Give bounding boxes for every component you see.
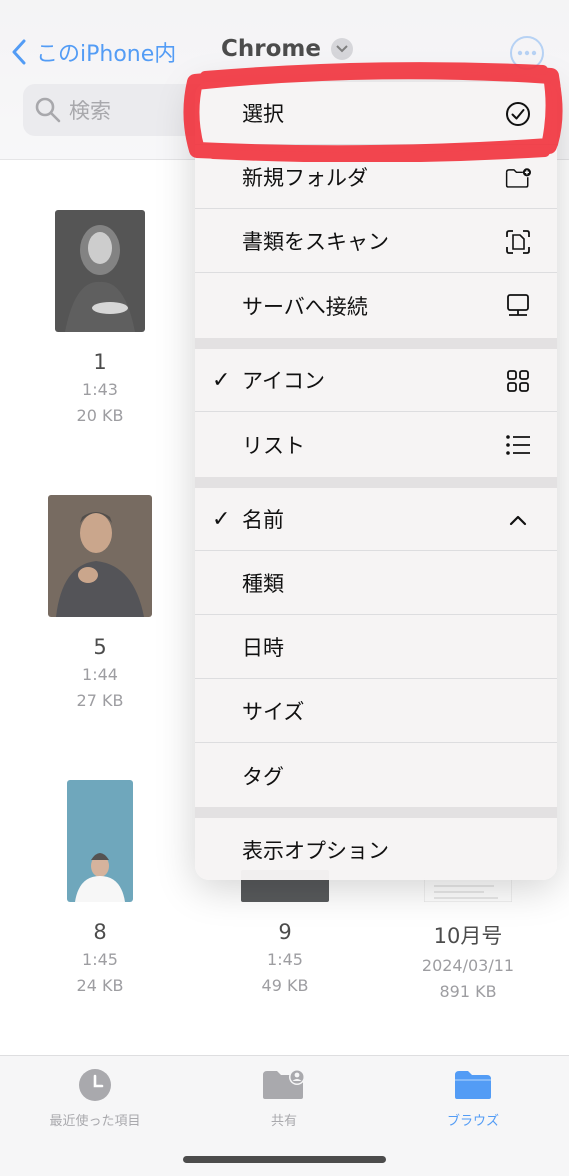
menu-item-label: タグ bbox=[242, 764, 284, 789]
menu-item-label: 種類 bbox=[242, 572, 284, 596]
checkmark: ✓ bbox=[212, 367, 231, 393]
list-icon bbox=[505, 432, 531, 458]
grid-icon bbox=[505, 368, 531, 394]
menu-item-label: サイズ bbox=[242, 700, 305, 724]
document-scan-icon bbox=[505, 229, 531, 255]
menu-item-label: サーバへ接続 bbox=[242, 294, 368, 319]
checkmark: ✓ bbox=[212, 506, 231, 532]
new-folder-icon bbox=[505, 165, 531, 191]
chevron-up-icon bbox=[505, 507, 531, 533]
menu-item-label: アイコン bbox=[242, 369, 325, 393]
menu-item-label: 名前 bbox=[242, 508, 284, 532]
menu-separator bbox=[195, 807, 557, 818]
menu-item-sort-date[interactable]: 日時 bbox=[195, 616, 557, 679]
menu-item-label: 書類をスキャン bbox=[242, 230, 389, 254]
menu-item-sort-tag[interactable]: タグ bbox=[195, 744, 557, 807]
menu-separator bbox=[195, 338, 557, 349]
menu-item-sort-name[interactable]: ✓ 名前 bbox=[195, 488, 557, 551]
menu-item-label: 新規フォルダ bbox=[242, 166, 368, 190]
menu-item-view-options[interactable]: 表示オプション bbox=[195, 818, 557, 880]
menu-separator bbox=[195, 477, 557, 488]
context-menu: 選択 新規フォルダ 書類をスキャン サーバへ接続 ✓ アイコン リスト ✓ 名前… bbox=[195, 82, 557, 880]
menu-item-label: 日時 bbox=[242, 636, 284, 660]
menu-item-connect-server[interactable]: サーバへ接続 bbox=[195, 274, 557, 337]
red-annotation-scribble bbox=[183, 62, 563, 162]
menu-item-sort-kind[interactable]: 種類 bbox=[195, 552, 557, 615]
menu-item-sort-size[interactable]: サイズ bbox=[195, 680, 557, 743]
server-display-icon bbox=[505, 293, 531, 319]
menu-item-list[interactable]: リスト bbox=[195, 413, 557, 476]
menu-item-icons[interactable]: ✓ アイコン bbox=[195, 349, 557, 412]
menu-item-label: リスト bbox=[242, 433, 305, 458]
menu-item-label: 表示オプション bbox=[242, 838, 389, 863]
menu-item-scan-documents[interactable]: 書類をスキャン bbox=[195, 210, 557, 273]
